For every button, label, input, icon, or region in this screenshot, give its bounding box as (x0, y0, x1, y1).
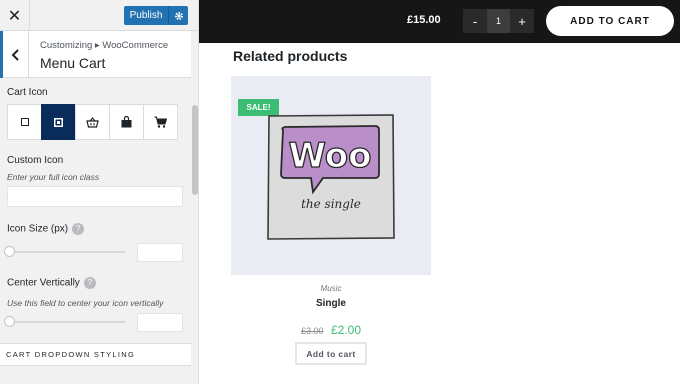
sidebar-scrollbar-thumb[interactable] (192, 105, 198, 195)
quantity-input[interactable]: 1 (487, 9, 510, 33)
product-sale-price: £2.00 (330, 323, 361, 337)
center-vertically-input[interactable] (137, 313, 183, 332)
icon-size-label: Icon Size (px)? (7, 223, 85, 235)
square-filled-icon (54, 117, 63, 127)
chevron-left-icon (11, 48, 19, 61)
site-preview: £15.00 - 1 + ADD TO CART Related product… (199, 0, 680, 384)
section-title: Menu Cart (40, 55, 106, 71)
cart-total-price: £15.00 (407, 14, 441, 26)
close-icon: ✕ (7, 7, 22, 25)
cart-icon (154, 116, 167, 128)
cart-icon-option-bag[interactable] (109, 104, 144, 140)
publish-button[interactable]: Publish (124, 6, 169, 25)
sticky-add-to-cart-bar: £15.00 - 1 + ADD TO CART (199, 0, 680, 43)
publish-settings-button[interactable] (169, 6, 188, 25)
back-button[interactable] (0, 31, 29, 78)
close-customizer-button[interactable]: ✕ (0, 0, 30, 31)
cart-icon-option-cart[interactable] (143, 104, 178, 140)
woo-single-artwork: Woo the single (267, 114, 395, 240)
quantity-increase-button[interactable]: + (510, 9, 534, 33)
cart-icon-option-basket[interactable] (75, 104, 110, 140)
product-image[interactable]: SALE! Woo the single (231, 76, 431, 275)
product-category[interactable]: Music (231, 284, 431, 293)
section-header: Customizing ▸ WooCommerce Menu Cart (0, 31, 191, 78)
publish-group: Publish (124, 6, 188, 25)
cart-icon-option-square-filled[interactable] (41, 104, 76, 140)
basket-icon (86, 116, 99, 128)
custom-icon-input[interactable] (7, 186, 183, 207)
square-outline-icon (20, 118, 29, 126)
product-title[interactable]: Single (231, 298, 431, 309)
help-icon[interactable]: ? (83, 277, 96, 289)
woo-artwork-subtext: the single (301, 197, 361, 211)
custom-icon-description: Enter your full icon class (7, 172, 100, 182)
icon-size-slider-track[interactable] (9, 251, 125, 253)
custom-icon-label: Custom Icon (7, 155, 64, 166)
gear-icon (174, 11, 183, 20)
customizer-header: ✕ Publish (0, 0, 198, 31)
breadcrumb: Customizing ▸ WooCommerce (40, 40, 169, 51)
related-products-heading: Related products (233, 48, 348, 64)
center-vertically-label: Center Vertically? (7, 277, 96, 289)
center-vertically-slider-track[interactable] (9, 321, 125, 323)
bag-icon (121, 116, 132, 128)
cart-icon-label: Cart Icon (7, 87, 48, 98)
product-price: £3.00 £2.00 (231, 321, 431, 339)
woo-artwork-text: Woo (288, 136, 371, 176)
center-vertically-slider-handle[interactable] (4, 316, 15, 327)
cart-dropdown-styling-section[interactable]: CART DROPDOWN STYLING (0, 343, 191, 366)
product-old-price: £3.00 (300, 326, 324, 336)
cart-icon-selector (7, 104, 178, 140)
quantity-stepper: - 1 + (463, 9, 534, 33)
cart-icon-option-square[interactable] (7, 104, 42, 140)
center-vertically-label-text: Center Vertically (7, 277, 80, 289)
quantity-decrease-button[interactable]: - (463, 9, 487, 33)
icon-size-slider-handle[interactable] (4, 246, 15, 257)
customizer-sidebar: ✕ Publish Customizing ▸ WooCommerce Menu… (0, 0, 199, 384)
center-vertically-description: Use this field to center your icon verti… (7, 298, 164, 308)
help-icon[interactable]: ? (72, 223, 85, 235)
icon-size-label-text: Icon Size (px) (7, 223, 69, 235)
add-to-cart-button[interactable]: ADD TO CART (546, 6, 674, 36)
product-add-to-cart-button[interactable]: Add to cart (295, 342, 367, 365)
icon-size-input[interactable] (137, 243, 183, 262)
